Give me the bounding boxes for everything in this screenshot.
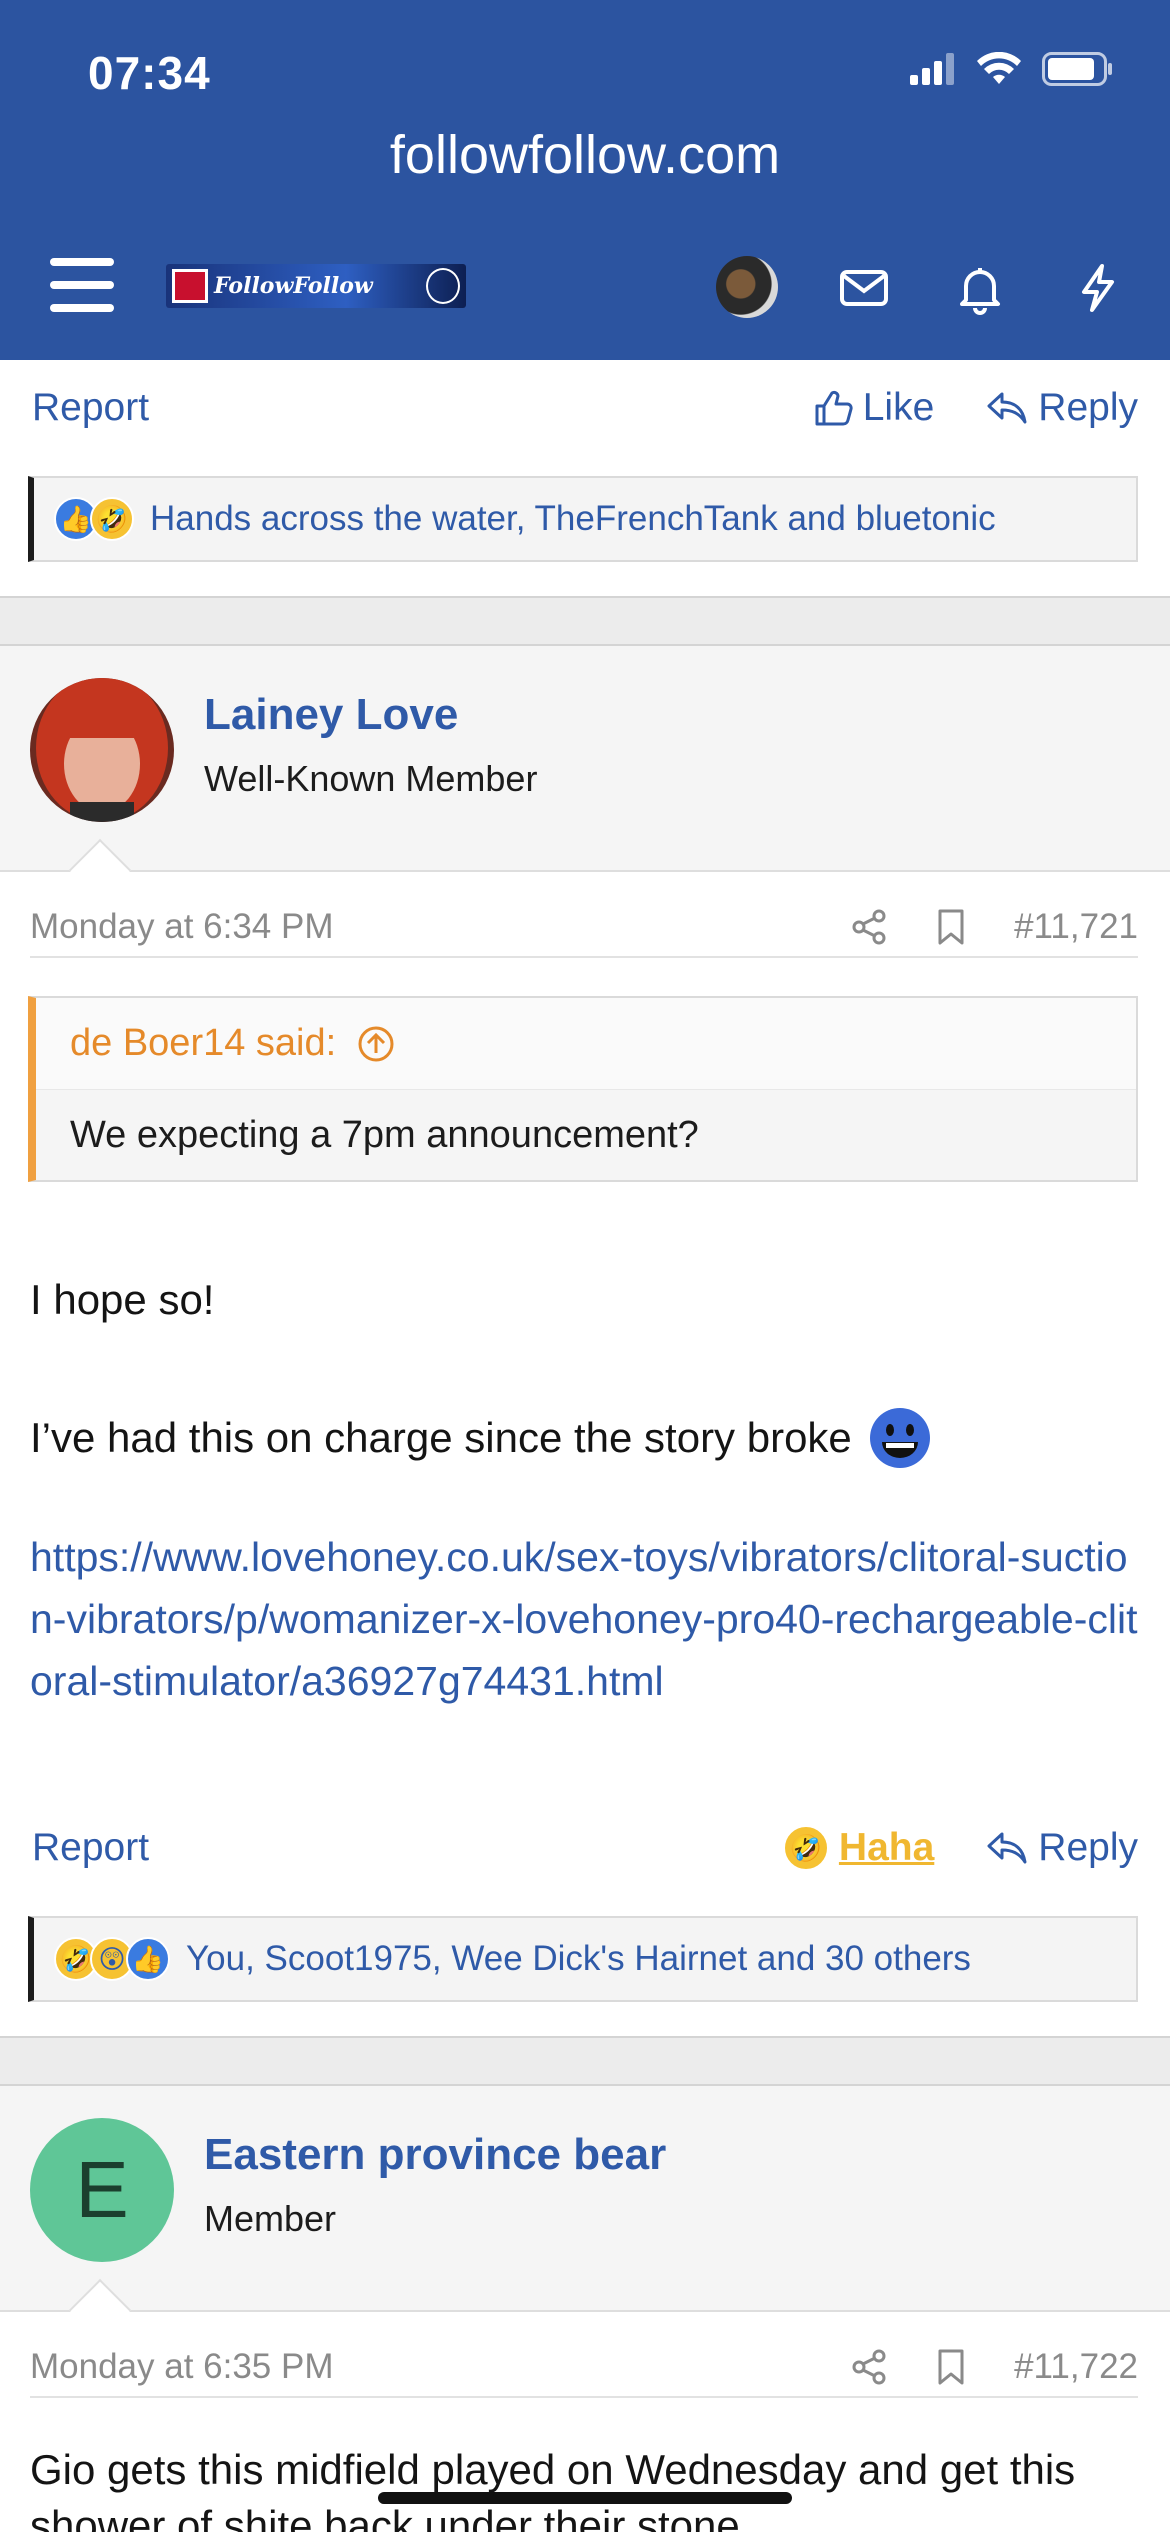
post-number[interactable]: #11,721: [1014, 907, 1138, 947]
top-bar: 07:34 followfollow.com FollowFollow: [0, 0, 1170, 360]
post-author-band: Lainey Love Well-Known Member: [0, 646, 1170, 902]
reactions-text: You, Scoot1975, Wee Dick's Hairnet and 3…: [186, 1939, 971, 1978]
author-avatar[interactable]: [30, 678, 174, 822]
share-icon[interactable]: [850, 2348, 888, 2386]
quote-text: We expecting a 7pm announcement?: [36, 1090, 1136, 1180]
account-avatar[interactable]: [716, 256, 778, 318]
lightning-icon[interactable]: [1070, 260, 1126, 316]
haha-label: Haha: [838, 1826, 935, 1869]
post-meta: Monday at 6:35 PM #11,722: [30, 2338, 1138, 2398]
reaction-icons: 🤣 😲 👍: [54, 1937, 170, 1981]
like-button[interactable]: Like: [813, 386, 935, 430]
report-link[interactable]: Report: [32, 386, 149, 430]
post-text-line-2: I’ve had this on charge since the story …: [30, 1406, 932, 1470]
share-icon[interactable]: [850, 908, 888, 946]
reactions-text: Hands across the water, TheFrenchTank an…: [150, 499, 996, 538]
post-text: I’ve had this on charge since the story …: [30, 1414, 852, 1461]
like-label: Like: [862, 386, 935, 429]
post-text-line: I hope so!: [30, 1276, 215, 1323]
inbox-icon[interactable]: [836, 260, 892, 316]
home-indicator[interactable]: [378, 2492, 792, 2504]
laugh-icon: 🤣: [782, 1825, 829, 1871]
status-time: 07:34: [88, 47, 211, 99]
signal-icon: [910, 53, 954, 85]
site-logo[interactable]: FollowFollow: [166, 264, 466, 308]
reply-label: Reply: [1038, 1826, 1138, 1869]
post-number[interactable]: #11,722: [1014, 2347, 1138, 2387]
wifi-icon: [977, 52, 1021, 84]
reply-button[interactable]: Reply: [986, 1826, 1138, 1870]
grin-emoji-icon: [869, 1408, 930, 1468]
post-date[interactable]: Monday at 6:35 PM: [30, 2347, 334, 2387]
haha-button[interactable]: 🤣 Haha: [782, 1825, 935, 1871]
post-link[interactable]: https://www.lovehoney.co.uk/sex-toys/vib…: [30, 1526, 1140, 1712]
author-name[interactable]: Eastern province bear: [204, 2130, 666, 2180]
bell-icon[interactable]: [952, 260, 1008, 316]
quote-block: de Boer14 said: We expecting a 7pm annou…: [28, 996, 1138, 1182]
site-navbar: FollowFollow: [0, 230, 1170, 360]
flag-icon: [172, 269, 208, 303]
post-meta: Monday at 6:34 PM #11,721: [30, 898, 1138, 958]
reply-icon: [987, 1832, 1027, 1864]
quote-author: de Boer14 said:: [70, 1022, 337, 1064]
menu-icon[interactable]: [50, 258, 114, 312]
quote-header[interactable]: de Boer14 said:: [36, 998, 1136, 1090]
report-link[interactable]: Report: [32, 1826, 149, 1870]
author-name[interactable]: Lainey Love: [204, 690, 458, 740]
status-icons: [910, 52, 1114, 86]
bookmark-icon[interactable]: [936, 908, 966, 946]
post-text: Gio gets this midfield played on Wednesd…: [30, 2446, 1076, 2532]
reply-button[interactable]: Reply: [986, 386, 1138, 430]
avatar-letter: E: [75, 2145, 129, 2234]
reply-icon: [987, 392, 1027, 424]
post-separator: [0, 596, 1170, 646]
crest-icon: [426, 268, 460, 304]
author-pointer: [68, 838, 132, 902]
reactions-bar-prev[interactable]: 👍 🤣 Hands across the water, TheFrenchTan…: [28, 476, 1138, 562]
post-actions: Report 🤣 Haha Reply: [32, 1818, 1138, 1878]
thumbs-up-icon: [815, 390, 853, 426]
post-actions-prev: Report Like Reply: [32, 380, 1138, 436]
reaction-icons: 👍 🤣: [54, 497, 134, 541]
laugh-icon: 🤣: [90, 497, 134, 541]
bookmark-icon[interactable]: [936, 2348, 966, 2386]
author-avatar[interactable]: E: [30, 2118, 174, 2262]
post-separator: [0, 2036, 1170, 2086]
author-pointer: [68, 2278, 132, 2342]
arrow-up-circle-icon: [358, 1026, 394, 1061]
post-author-band: E Eastern province bear Member: [0, 2086, 1170, 2342]
logo-text: FollowFollow: [214, 273, 373, 299]
author-role: Member: [204, 2198, 337, 2239]
author-role: Well-Known Member: [204, 758, 538, 799]
url-bar[interactable]: followfollow.com: [0, 124, 1170, 186]
reactions-bar[interactable]: 🤣 😲 👍 You, Scoot1975, Wee Dick's Hairnet…: [28, 1916, 1138, 2002]
reply-label: Reply: [1038, 386, 1138, 429]
like-icon: 👍: [126, 1937, 170, 1981]
post-date[interactable]: Monday at 6:34 PM: [30, 907, 334, 947]
battery-icon: [1042, 52, 1112, 86]
